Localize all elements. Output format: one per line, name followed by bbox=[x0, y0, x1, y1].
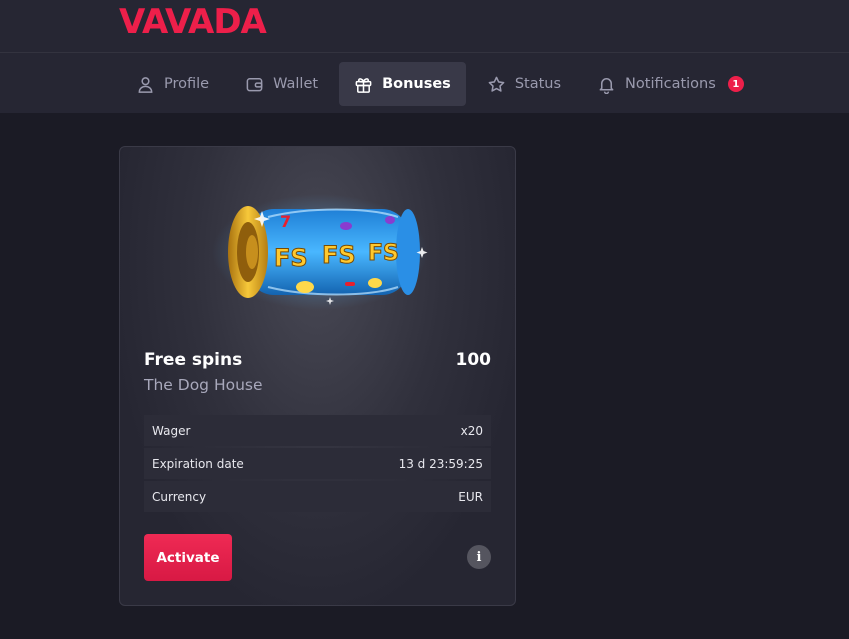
table-row: Expiration date 13 d 23:59:25 bbox=[144, 448, 491, 479]
plum-symbol bbox=[340, 222, 352, 230]
user-icon bbox=[138, 76, 153, 93]
table-row: Wager x20 bbox=[144, 415, 491, 446]
logo-row: VAVADA bbox=[0, 0, 849, 53]
plum-symbol bbox=[385, 216, 395, 224]
row-value: EUR bbox=[458, 489, 483, 504]
table-row: Currency EUR bbox=[144, 481, 491, 512]
lemon-symbol bbox=[296, 281, 314, 293]
fs-symbol: FS bbox=[368, 241, 399, 266]
cherry-symbol bbox=[345, 282, 355, 286]
fs-symbol: FS bbox=[322, 241, 356, 269]
row-value: 13 d 23:59:25 bbox=[398, 456, 483, 471]
bonus-card: FS FS FS 7 Free spins 100 The Dog House … bbox=[119, 146, 516, 606]
gift-icon bbox=[355, 77, 372, 93]
top-bar: VAVADA Profile Wallet Bonuses Status Not… bbox=[0, 0, 849, 113]
bell-icon bbox=[599, 77, 614, 94]
bonus-details-table: Wager x20 Expiration date 13 d 23:59:25 … bbox=[144, 415, 491, 514]
nav-item-label: Bonuses bbox=[382, 76, 451, 92]
row-value: x20 bbox=[460, 423, 483, 438]
brand-logo[interactable]: VAVADA bbox=[119, 5, 267, 39]
seven-symbol: 7 bbox=[280, 212, 291, 231]
nav-item-label: Notifications bbox=[625, 76, 716, 92]
bonus-game-name: The Dog House bbox=[144, 376, 263, 394]
row-label: Currency bbox=[152, 489, 207, 504]
info-icon[interactable]: i bbox=[467, 545, 491, 569]
row-label: Wager bbox=[152, 423, 191, 438]
nav-item-wallet[interactable]: Wallet bbox=[230, 62, 333, 106]
nav-item-status[interactable]: Status bbox=[472, 62, 576, 106]
wallet-icon bbox=[246, 77, 263, 91]
activate-button[interactable]: Activate bbox=[144, 534, 232, 581]
profile-nav: Profile Wallet Bonuses Status Notificati… bbox=[121, 62, 765, 106]
nav-item-label: Status bbox=[514, 76, 562, 92]
notification-count-badge: 1 bbox=[727, 76, 744, 92]
nav-item-notifications[interactable]: Notifications 1 bbox=[582, 62, 759, 106]
free-spins-reel-icon: FS FS FS 7 bbox=[212, 194, 428, 310]
nav-item-label: Profile bbox=[164, 76, 210, 92]
fs-symbol: FS bbox=[274, 244, 308, 272]
nav-item-label: Wallet bbox=[273, 76, 319, 92]
lemon-symbol bbox=[368, 278, 382, 288]
row-label: Expiration date bbox=[152, 456, 244, 471]
star-icon bbox=[488, 76, 505, 92]
nav-item-profile[interactable]: Profile bbox=[121, 62, 224, 106]
nav-item-bonuses[interactable]: Bonuses bbox=[339, 62, 466, 106]
bonus-amount: 100 bbox=[455, 350, 492, 370]
bonus-title: Free spins bbox=[144, 350, 243, 370]
